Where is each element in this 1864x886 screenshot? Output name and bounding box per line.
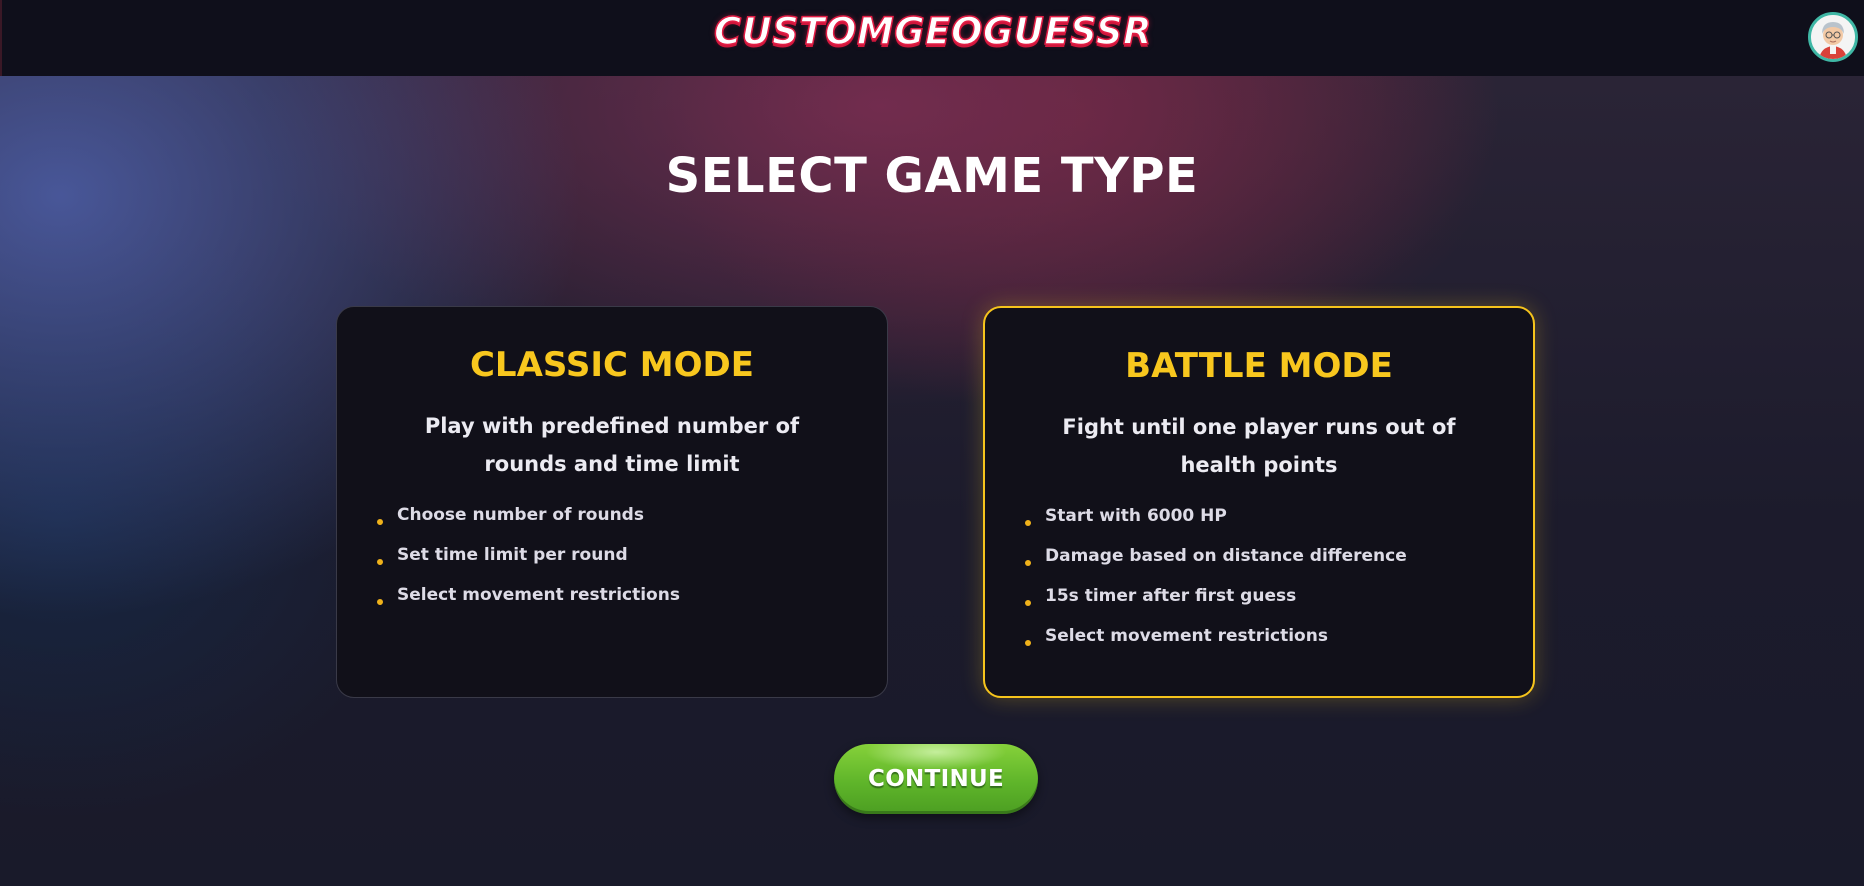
feature-text: 15s timer after first guess — [1045, 586, 1297, 606]
continue-button[interactable]: CONTINUE — [834, 744, 1038, 814]
site-logo[interactable]: CUSTOMGEOGUESSR — [2, 9, 1864, 54]
feature-text: Choose number of rounds — [397, 505, 644, 525]
bullet-icon — [1025, 640, 1031, 646]
app-frame: CUSTOMGEOGUESSR SELECT GAME TYPE CLASSIC… — [0, 0, 1864, 886]
feature-text: Set time limit per round — [397, 545, 628, 565]
mode-title: BATTLE MODE — [1125, 346, 1393, 386]
feature-item: Select movement restrictions — [1025, 616, 1407, 656]
feature-text: Start with 6000 HP — [1045, 506, 1227, 526]
feature-list: Start with 6000 HP Damage based on dista… — [1025, 496, 1407, 656]
feature-item: Choose number of rounds — [377, 495, 680, 535]
feature-list: Choose number of rounds Set time limit p… — [377, 495, 680, 615]
feature-text: Select movement restrictions — [397, 585, 680, 605]
mode-description: Fight until one player runs out of healt… — [1062, 415, 1456, 477]
feature-item: 15s timer after first guess — [1025, 576, 1407, 616]
bullet-icon — [377, 559, 383, 565]
classic-mode-card[interactable]: CLASSIC MODE Play with predefined number… — [336, 306, 888, 698]
bullet-icon — [1025, 600, 1031, 606]
mode-description: Play with predefined number of rounds an… — [424, 414, 800, 476]
bullet-icon — [1025, 560, 1031, 566]
mode-title: CLASSIC MODE — [469, 345, 754, 385]
bullet-icon — [377, 519, 383, 525]
bullet-icon — [1025, 520, 1031, 526]
feature-item: Start with 6000 HP — [1025, 496, 1407, 536]
top-bar: CUSTOMGEOGUESSR — [0, 0, 1864, 76]
user-avatar-icon[interactable] — [1808, 12, 1858, 62]
feature-item: Select movement restrictions — [377, 575, 680, 615]
feature-text: Damage based on distance difference — [1045, 546, 1407, 566]
feature-text: Select movement restrictions — [1045, 626, 1328, 646]
battle-mode-card[interactable]: BATTLE MODE Fight until one player runs … — [983, 306, 1535, 698]
main-content: SELECT GAME TYPE CLASSIC MODE Play with … — [0, 76, 1864, 886]
page-title: SELECT GAME TYPE — [665, 148, 1199, 204]
feature-item: Damage based on distance difference — [1025, 536, 1407, 576]
bullet-icon — [377, 599, 383, 605]
feature-item: Set time limit per round — [377, 535, 680, 575]
